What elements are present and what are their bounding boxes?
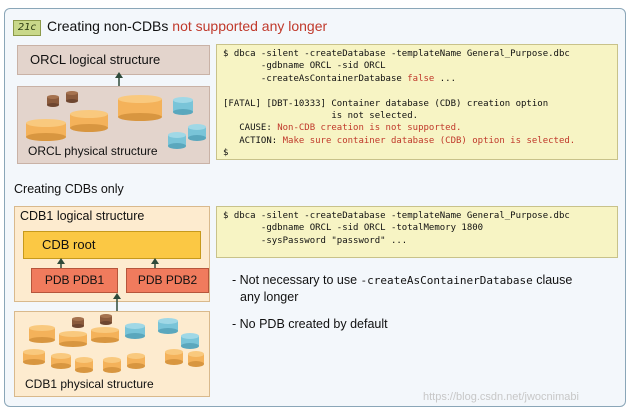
cylinder-brown-2 [100, 314, 112, 325]
cylinder-brown-1 [47, 95, 59, 107]
title-highlight: not supported any longer [172, 18, 328, 34]
note1-suffix: clause [532, 273, 573, 287]
dbca-noncdb-code-block: $ dbca -silent -createDatabase -template… [216, 44, 618, 160]
note1-flag: -createAsContainerDatabase [360, 274, 533, 287]
section-title-cdbs-only: Creating CDBs only [14, 182, 124, 196]
cylinder-orange-4 [23, 349, 45, 365]
slide-title: Creating non-CDBs not supported any long… [47, 18, 327, 34]
code1-line1: $ dbca -silent -createDatabase -template… [223, 49, 570, 59]
cdb1-physical-label: CDB1 physical structure [25, 377, 154, 391]
code1-action-label: ACTION: [223, 135, 283, 146]
watermark-text: https://blog.csdn.net/jwocnimabi [423, 391, 579, 403]
code1-cause-label: CAUSE: [223, 123, 278, 134]
title-prefix: Creating non-CDBs [47, 18, 173, 34]
cylinder-blue-1 [173, 97, 193, 115]
cylinder-brown-2 [66, 91, 78, 103]
orcl-physical-structure: ORCL physical structure [17, 86, 210, 164]
arrow-up-icon [113, 293, 121, 311]
cylinder-blue-2 [158, 318, 178, 334]
note1-line2: any longer [240, 290, 299, 304]
cylinder-blue-2 [188, 124, 206, 141]
note2-text: - No PDB created by default [232, 317, 388, 331]
code1-line3-suffix: ... [434, 73, 457, 84]
code1-cause-text: Non-CDB creation is not supported. [277, 123, 462, 134]
cylinder-orange-3 [118, 95, 162, 121]
pdb-pdb1: PDB PDB1 [31, 268, 118, 293]
code1-line3-prefix: -createAsContainerDatabase [223, 73, 408, 84]
code2-line3: -sysPassword "password" ... [223, 235, 408, 246]
cdb1-physical-structure: CDB1 physical structure [14, 311, 210, 397]
cylinder-blue-3 [168, 132, 186, 149]
cylinder-orange-6 [75, 357, 93, 373]
notes-list: - Not necessary to use -createAsContaine… [232, 272, 572, 335]
note1-prefix: - Not necessary to use [232, 273, 361, 287]
code2-line2: -gdbname ORCL -sid ORCL -totalMemory 180… [223, 223, 484, 234]
note-item: - Not necessary to use -createAsContaine… [232, 272, 572, 306]
cylinder-blue-1 [125, 323, 145, 339]
cylinder-blue-3 [181, 333, 199, 349]
cylinder-orange-9 [165, 349, 183, 365]
cylinder-orange-2 [59, 331, 87, 347]
cylinder-orange-10 [188, 351, 204, 367]
cdb-root-container: CDB root [23, 231, 201, 259]
cdb1-logical-structure: CDB1 logical structure CDB root PDB PDB1… [14, 206, 210, 302]
cylinder-orange-1 [26, 119, 66, 141]
cylinder-orange-2 [70, 110, 108, 132]
cdb1-logical-label: CDB1 logical structure [20, 209, 145, 223]
pdb-pdb2: PDB PDB2 [126, 268, 209, 293]
code1-action-text: Make sure container database (CDB) optio… [282, 135, 576, 146]
cylinder-orange-3 [91, 327, 119, 343]
cylinder-orange-8 [127, 353, 145, 369]
code1-fatal-line2: is not selected. [223, 111, 419, 122]
cylinder-brown-1 [72, 317, 84, 328]
dbca-cdb-code-block: $ dbca -silent -createDatabase -template… [216, 206, 618, 258]
orcl-logical-structure: ORCL logical structure [17, 45, 210, 75]
code1-line2: -gdbname ORCL -sid ORCL [223, 61, 386, 72]
note-item: - No PDB created by default [232, 316, 572, 333]
code2-line1: $ dbca -silent -createDatabase -template… [223, 211, 570, 221]
code1-false-flag: false [407, 73, 435, 84]
code1-prompt: $ [223, 148, 229, 159]
version-badge: 21c [13, 20, 41, 36]
cylinder-orange-7 [103, 357, 121, 373]
cylinder-orange-5 [51, 353, 71, 369]
cylinder-orange-1 [29, 325, 55, 343]
code1-fatal-line: [FATAL] [DBT-10333] Container database (… [223, 98, 549, 109]
orcl-physical-label: ORCL physical structure [28, 144, 158, 158]
